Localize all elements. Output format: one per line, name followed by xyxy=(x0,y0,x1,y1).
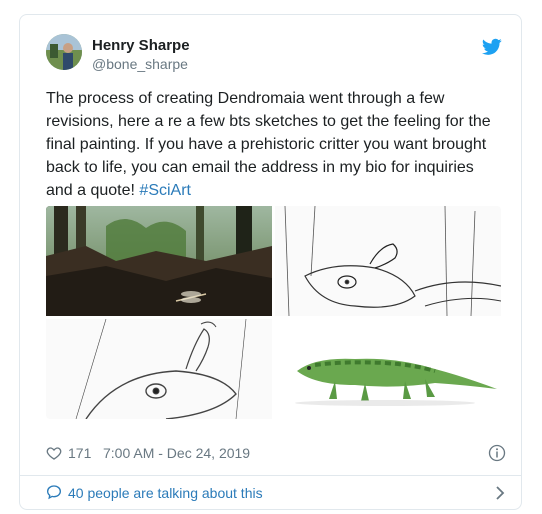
media-image-2[interactable] xyxy=(275,206,501,316)
tweet-header: Henry Sharpe @bone_sharpe xyxy=(46,34,506,74)
chevron-right-icon[interactable] xyxy=(494,485,506,501)
tweet-text: The process of creating Dendromaia went … xyxy=(46,87,506,202)
tweet-meta: 171 7:00 AM - Dec 24, 2019 xyxy=(46,443,506,465)
media-grid xyxy=(46,206,501,419)
painting-forest-dragonfly-icon xyxy=(46,206,272,316)
hashtag-link[interactable]: #SciArt xyxy=(139,182,191,199)
speech-bubble-icon xyxy=(46,485,62,500)
conversation-link[interactable]: 40 people are talking about this xyxy=(46,483,506,505)
talking-count-text[interactable]: 40 people are talking about this xyxy=(68,485,263,501)
info-icon[interactable] xyxy=(488,444,506,462)
twitter-bird-icon[interactable] xyxy=(482,38,502,56)
sketch-lizard-closeup-icon xyxy=(75,319,247,419)
green-lizard-painting-icon xyxy=(295,358,497,406)
author-handle[interactable]: @bone_sharpe xyxy=(92,56,188,72)
avatar[interactable] xyxy=(46,34,82,70)
media-image-4[interactable] xyxy=(275,319,501,419)
tweet-body: The process of creating Dendromaia went … xyxy=(46,90,491,199)
divider xyxy=(20,475,521,476)
sketch-lizard-on-head-icon xyxy=(284,206,501,316)
tweet-card: Henry Sharpe @bone_sharpe The process of… xyxy=(19,14,522,510)
author-name[interactable]: Henry Sharpe xyxy=(92,37,190,54)
like-count[interactable]: 171 xyxy=(68,445,91,461)
media-image-1[interactable] xyxy=(46,206,272,316)
timestamp[interactable]: 7:00 AM - Dec 24, 2019 xyxy=(103,445,250,461)
media-image-3[interactable] xyxy=(46,319,272,419)
heart-icon[interactable] xyxy=(46,445,62,461)
